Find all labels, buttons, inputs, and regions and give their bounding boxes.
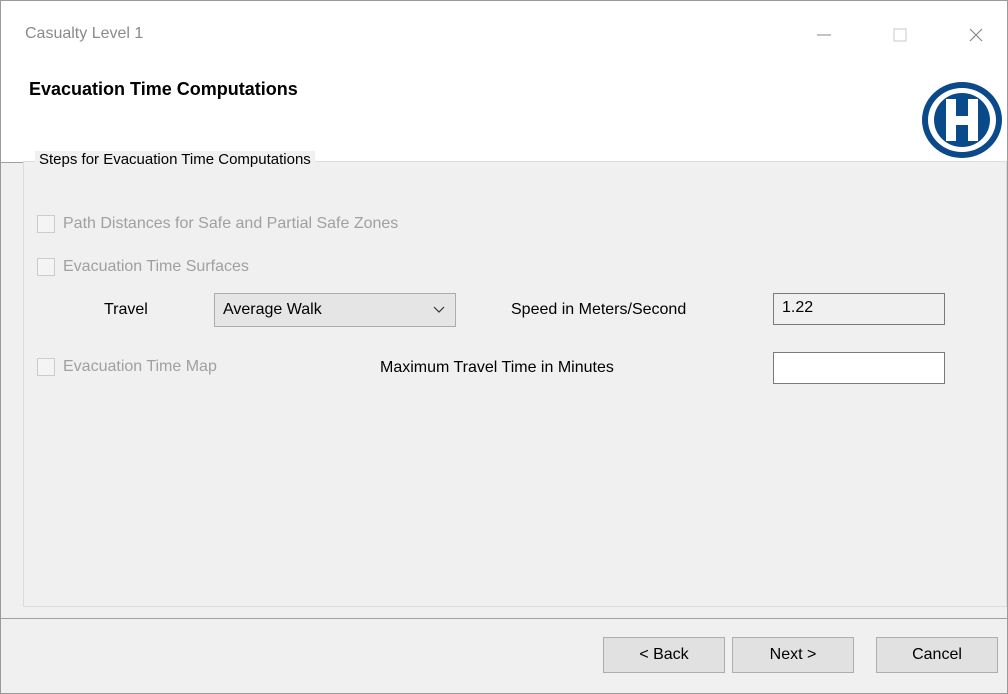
evacuation-surfaces-checkbox-row[interactable]: Evacuation Time Surfaces: [37, 258, 249, 276]
maximize-icon: [893, 28, 907, 42]
max-time-label: Maximum Travel Time in Minutes: [380, 359, 614, 376]
minimize-button[interactable]: [801, 15, 847, 55]
travel-mode-select[interactable]: Average Walk: [214, 293, 456, 327]
evacuation-surfaces-checkbox[interactable]: [37, 258, 55, 276]
hazus-logo-icon: [922, 82, 1002, 158]
dialog-window: Casualty Level 1 Evacuation Time Computa…: [0, 0, 1008, 694]
speed-field[interactable]: 1.22: [773, 293, 945, 325]
header-banner: Evacuation Time Computations: [1, 63, 1007, 163]
maximize-button[interactable]: [877, 15, 923, 55]
page-title: Evacuation Time Computations: [29, 79, 298, 99]
close-icon: [969, 28, 983, 42]
evacuation-map-checkbox[interactable]: [37, 358, 55, 376]
minimize-icon: [817, 34, 831, 36]
travel-mode-value: Average Walk: [223, 301, 322, 318]
chevron-down-icon: [433, 306, 445, 313]
evacuation-surfaces-label: Evacuation Time Surfaces: [63, 258, 249, 275]
path-distances-checkbox[interactable]: [37, 215, 55, 233]
path-distances-label: Path Distances for Safe and Partial Safe…: [63, 215, 399, 232]
next-button[interactable]: Next >: [732, 637, 854, 673]
speed-label: Speed in Meters/Second: [511, 301, 687, 318]
max-time-field[interactable]: [773, 352, 945, 384]
travel-label: Travel: [104, 301, 148, 318]
footer-divider: [1, 618, 1007, 619]
evacuation-map-label: Evacuation Time Map: [63, 358, 217, 375]
evacuation-map-checkbox-row[interactable]: Evacuation Time Map: [37, 358, 217, 376]
groupbox-legend: Steps for Evacuation Time Computations: [35, 151, 315, 168]
back-button[interactable]: < Back: [603, 637, 725, 673]
cancel-button[interactable]: Cancel: [876, 637, 998, 673]
path-distances-checkbox-row[interactable]: Path Distances for Safe and Partial Safe…: [37, 215, 398, 233]
title-bar: Casualty Level 1: [1, 1, 1007, 63]
close-button[interactable]: [953, 15, 999, 55]
window-title: Casualty Level 1: [25, 25, 144, 42]
